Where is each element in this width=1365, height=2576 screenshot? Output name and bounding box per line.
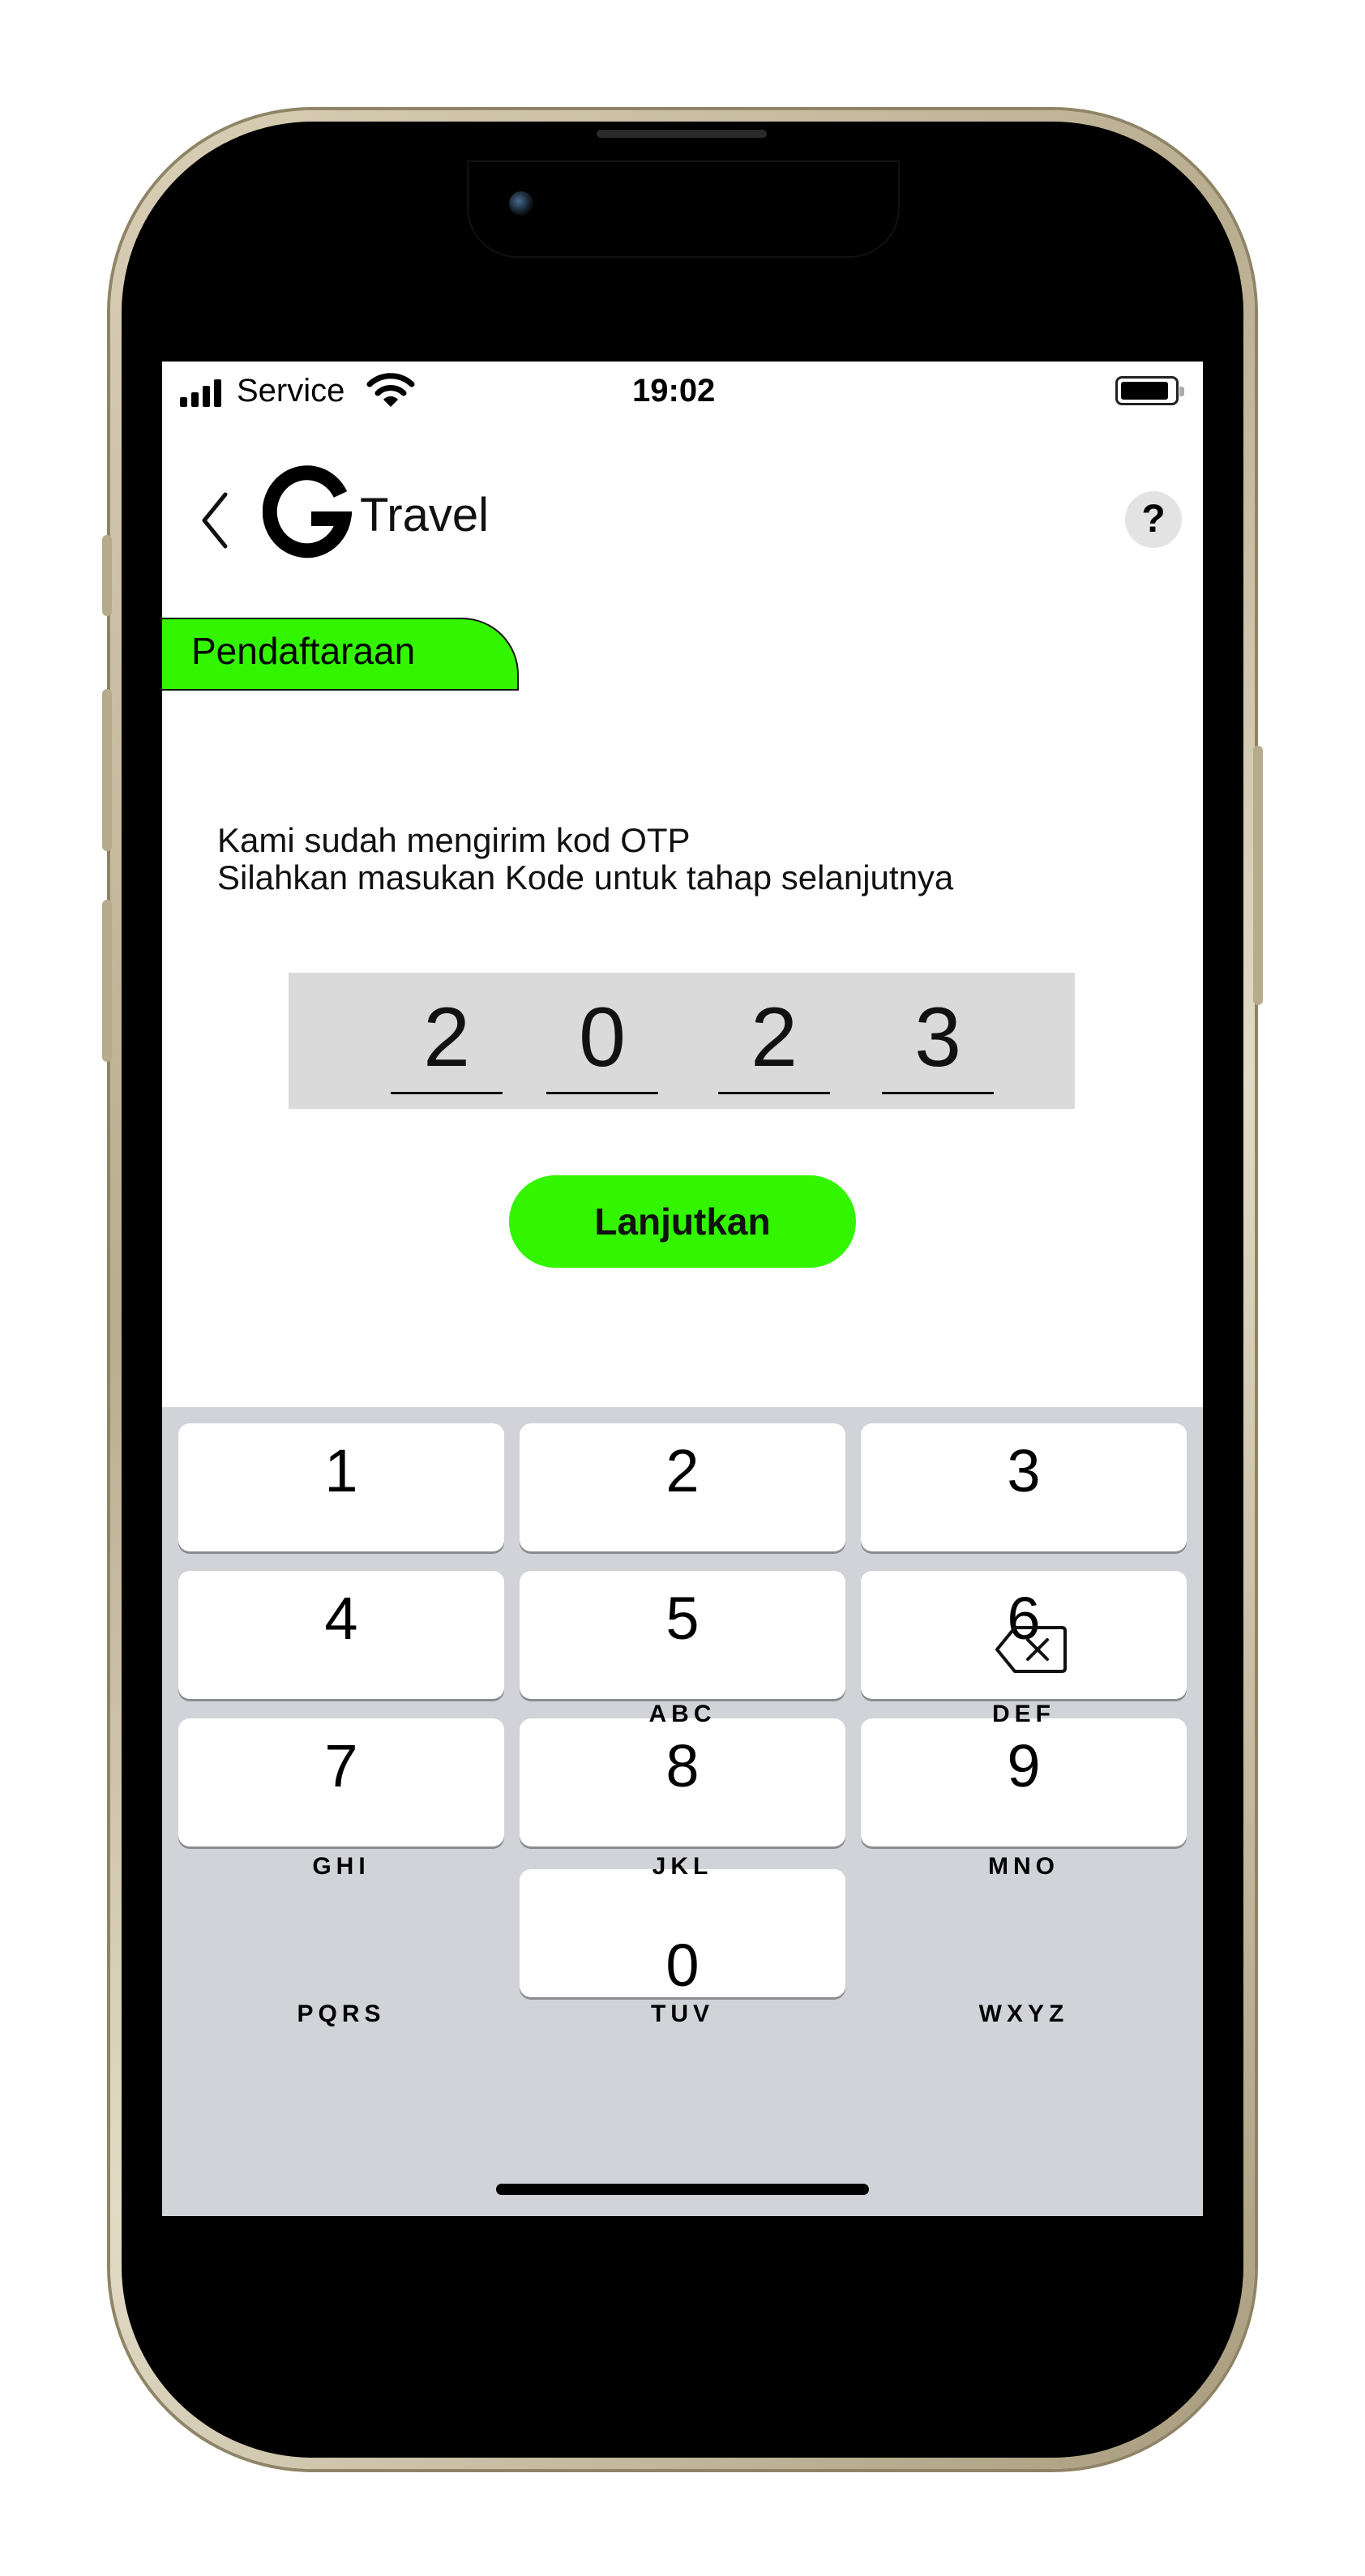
back-chevron-icon[interactable] — [198, 490, 230, 551]
key-7[interactable]: 7 — [178, 1718, 504, 1846]
front-camera — [509, 191, 533, 216]
g-logo-icon — [263, 465, 352, 558]
help-button[interactable]: ? — [1125, 491, 1182, 548]
key-5-digit: 5 — [665, 1585, 700, 1652]
screen: Service 19:02 Travel ? Pendaftaraan Kami… — [162, 362, 1203, 2216]
key-3-digit: 3 — [1007, 1437, 1041, 1504]
section-tag: Pendaftaraan — [162, 618, 519, 691]
otp-digit-4[interactable]: 3 — [882, 989, 994, 1094]
carrier-label: Service — [237, 373, 345, 409]
key-7-digit: 7 — [324, 1732, 358, 1799]
status-bar: Service 19:02 — [162, 362, 1203, 418]
key-5-letters: JKL — [652, 1853, 713, 1880]
clock: 19:02 — [632, 373, 716, 409]
continue-button[interactable]: Lanjutkan — [509, 1175, 856, 1268]
key-9[interactable]: 9 — [861, 1718, 1187, 1846]
home-indicator[interactable] — [496, 2184, 869, 2195]
volume-down-button — [102, 900, 112, 1062]
key-4-digit: 4 — [324, 1585, 358, 1652]
key-5[interactable]: 5 — [520, 1571, 845, 1699]
otp-input-group[interactable]: 2 0 2 3 — [289, 973, 1075, 1109]
key-6-letters: MNO — [988, 1853, 1059, 1880]
key-2-digit: 2 — [665, 1437, 700, 1504]
key-0[interactable]: 0 — [520, 1869, 845, 1999]
key-1-digit: 1 — [324, 1437, 358, 1504]
brand-name: Travel — [360, 489, 489, 541]
otp-digit-2[interactable]: 0 — [546, 989, 658, 1094]
wifi-icon — [366, 373, 415, 407]
key-7-letters: PQRS — [297, 2000, 386, 2027]
notch — [469, 162, 898, 256]
key-8-digit: 8 — [665, 1732, 700, 1799]
key-4-letters: GHI — [312, 1853, 370, 1880]
otp-digit-3[interactable]: 2 — [718, 989, 830, 1094]
earpiece-speaker — [597, 130, 767, 138]
battery-icon — [1115, 376, 1184, 405]
key-0-digit: 0 — [665, 1932, 700, 1999]
volume-up-button — [102, 689, 112, 851]
key-9-letters: WXYZ — [978, 2000, 1069, 2027]
otp-instructions-line-2: Silahkan masukan Kode untuk tahap selanj… — [217, 858, 954, 896]
power-button — [1253, 746, 1263, 1005]
otp-digit-1[interactable]: 2 — [391, 989, 503, 1094]
backspace-icon[interactable] — [994, 1624, 1067, 1675]
key-3-letters: DEF — [992, 1701, 1055, 1727]
otp-instructions: Kami sudah mengirim kod OTP Silahkan mas… — [217, 822, 953, 896]
key-2-letters: ABC — [648, 1701, 717, 1727]
key-8[interactable]: 8 — [520, 1718, 845, 1846]
key-3[interactable]: 3 — [861, 1423, 1187, 1551]
otp-instructions-line-1: Kami sudah mengirim kod OTP — [217, 821, 691, 859]
key-9-digit: 9 — [1007, 1732, 1041, 1799]
key-2[interactable]: 2 — [520, 1423, 845, 1551]
section-tag-label: Pendaftaraan — [191, 630, 416, 672]
signal-icon — [180, 378, 229, 407]
mute-switch — [102, 535, 112, 616]
key-1[interactable]: 1 — [178, 1423, 504, 1551]
key-8-letters: TUV — [651, 2000, 714, 2027]
key-4[interactable]: 4 — [178, 1571, 504, 1699]
